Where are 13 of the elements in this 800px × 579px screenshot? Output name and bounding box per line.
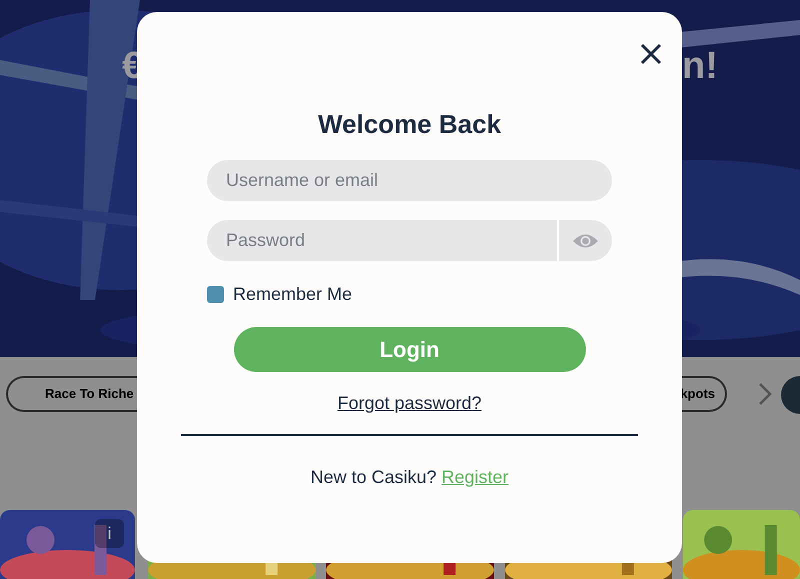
remember-label: Remember Me (233, 283, 352, 306)
username-field[interactable]: Username or email (207, 160, 612, 201)
eye-icon (572, 232, 599, 250)
info-button[interactable]: i (95, 519, 124, 548)
close-icon[interactable] (640, 43, 662, 65)
forgot-password-link[interactable]: Forgot password? (337, 390, 482, 417)
register-prompt: New to Casiku? Register (310, 466, 509, 489)
dialog-title: Welcome Back (318, 108, 502, 141)
password-field[interactable]: Password (207, 220, 557, 261)
show-password-button[interactable] (559, 220, 612, 261)
hero-text: n! (682, 44, 718, 89)
chevron-right-icon[interactable] (758, 382, 772, 406)
remember-checkbox[interactable] (207, 286, 224, 303)
